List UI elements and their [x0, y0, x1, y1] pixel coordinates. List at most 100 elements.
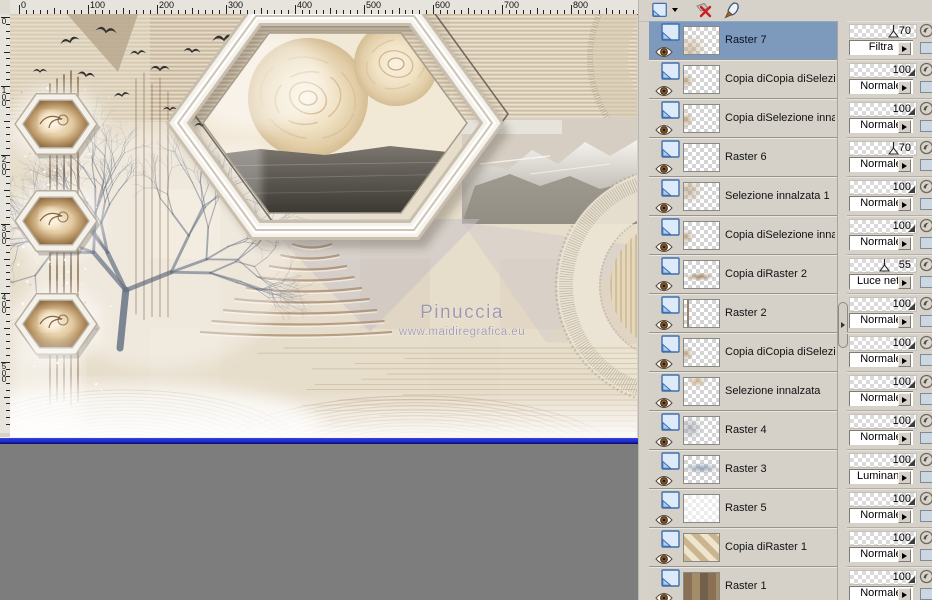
opacity-slider[interactable]: 55	[849, 258, 917, 273]
opacity-slider[interactable]: 100	[849, 63, 917, 78]
layer-thumbnail[interactable]	[683, 143, 720, 172]
brush-variance-icon[interactable]	[919, 257, 932, 277]
opacity-slider[interactable]: 70	[849, 24, 917, 39]
blend-mode-arrow-button[interactable]	[898, 159, 911, 172]
blend-mode-select[interactable]: Normale	[849, 118, 913, 133]
layer-link-icon[interactable]	[920, 42, 932, 54]
layer-row-raster-4[interactable]: Raster 4	[649, 411, 837, 450]
opacity-slider[interactable]: 100	[849, 336, 917, 351]
blend-mode-arrow-button[interactable]	[898, 393, 911, 406]
layer-thumbnail[interactable]	[683, 338, 720, 367]
layer-row-copia-diraster-2[interactable]: Copia diRaster 2	[649, 255, 837, 294]
canvas-artwork[interactable]: Pinuccia www.maidiregrafica.eu	[10, 14, 637, 437]
delete-layer-button[interactable]	[691, 1, 717, 19]
opacity-slider-thumb[interactable]	[908, 537, 915, 544]
layer-thumbnail[interactable]	[683, 455, 720, 484]
layer-row-selezione-innalzata-1[interactable]: Selezione innalzata 1	[649, 177, 837, 216]
layer-thumbnail[interactable]	[683, 377, 720, 406]
blend-mode-arrow-button[interactable]	[898, 510, 911, 523]
blend-mode-select[interactable]: Normale	[849, 313, 913, 328]
brush-variance-icon[interactable]	[919, 179, 932, 199]
layer-thumbnail[interactable]	[683, 494, 720, 523]
blend-mode-arrow-button[interactable]	[898, 315, 911, 328]
opacity-slider-thumb[interactable]	[908, 576, 915, 583]
opacity-slider-thumb[interactable]	[908, 225, 915, 232]
opacity-slider[interactable]: 100	[849, 297, 917, 312]
layer-row-selezione-innalzata[interactable]: Selezione innalzata	[649, 372, 837, 411]
layer-link-icon[interactable]	[920, 81, 932, 93]
opacity-slider[interactable]: 100	[849, 531, 917, 546]
blend-mode-arrow-button[interactable]	[898, 81, 911, 94]
layer-thumbnail[interactable]	[683, 221, 720, 250]
opacity-slider-thumb[interactable]	[908, 381, 915, 388]
blend-mode-arrow-button[interactable]	[898, 549, 911, 562]
brush-variance-icon[interactable]	[919, 101, 932, 121]
layer-row-copia-diraster-1[interactable]: Copia diRaster 1	[649, 528, 837, 567]
opacity-slider-thumb[interactable]	[908, 303, 915, 310]
layer-thumbnail[interactable]	[683, 533, 720, 562]
layer-row-raster-3[interactable]: Raster 3	[649, 450, 837, 489]
layer-thumbnail[interactable]	[683, 260, 720, 289]
blend-mode-arrow-button[interactable]	[898, 237, 911, 250]
layer-link-icon[interactable]	[920, 471, 932, 483]
brush-variance-icon[interactable]	[919, 140, 932, 160]
blend-mode-select[interactable]: Normale	[849, 391, 913, 406]
layer-thumbnail[interactable]	[683, 416, 720, 445]
blend-mode-select[interactable]: Luminanza (L)	[849, 469, 913, 484]
layer-link-icon[interactable]	[920, 120, 932, 132]
blend-mode-select[interactable]: Luce netta	[849, 274, 913, 289]
brush-variance-icon[interactable]	[919, 62, 932, 82]
layer-row-raster-7[interactable]: Raster 7	[649, 21, 837, 60]
layer-link-icon[interactable]	[920, 432, 932, 444]
layer-thumbnail[interactable]	[683, 104, 720, 133]
layer-link-icon[interactable]	[920, 510, 932, 522]
layer-link-icon[interactable]	[920, 588, 932, 600]
opacity-slider[interactable]: 100	[849, 570, 917, 585]
blend-mode-arrow-button[interactable]	[898, 432, 911, 445]
blend-mode-arrow-button[interactable]	[898, 276, 911, 289]
blend-mode-select[interactable]: Normale	[849, 352, 913, 367]
brush-variance-icon[interactable]	[919, 296, 932, 316]
brush-variance-icon[interactable]	[919, 452, 932, 472]
layer-visibility-eye-icon[interactable]	[655, 591, 673, 600]
layer-row-raster-2[interactable]: Raster 2	[649, 294, 837, 333]
blend-mode-arrow-button[interactable]	[898, 120, 911, 133]
brush-variance-icon[interactable]	[919, 23, 932, 43]
brush-variance-icon[interactable]	[919, 491, 932, 511]
brush-variance-icon[interactable]	[919, 569, 932, 589]
blend-mode-arrow-button[interactable]	[898, 354, 911, 367]
opacity-slider-thumb[interactable]	[908, 342, 915, 349]
blend-mode-select[interactable]: Normale	[849, 547, 913, 562]
layer-row-copia-diselezione-innalzata[interactable]: Copia diSelezione innalzata	[649, 99, 837, 138]
opacity-slider-thumb[interactable]	[908, 186, 915, 193]
layer-link-icon[interactable]	[920, 159, 932, 171]
layer-link-icon[interactable]	[920, 276, 932, 288]
blend-mode-select[interactable]: Normale	[849, 586, 913, 600]
opacity-slider[interactable]: 100	[849, 492, 917, 507]
layer-link-icon[interactable]	[920, 315, 932, 327]
opacity-slider-thumb[interactable]	[908, 108, 915, 115]
layer-thumbnail[interactable]	[683, 299, 720, 328]
layer-row-raster-6[interactable]: Raster 6	[649, 138, 837, 177]
layer-link-icon[interactable]	[920, 237, 932, 249]
opacity-slider-thumb[interactable]	[908, 459, 915, 466]
blend-mode-select[interactable]: Normale	[849, 508, 913, 523]
paint-tool-button[interactable]	[719, 1, 745, 19]
opacity-slider[interactable]: 100	[849, 219, 917, 234]
opacity-slider[interactable]: 70	[849, 141, 917, 156]
new-layer-button[interactable]	[647, 1, 681, 19]
opacity-slider-thumb[interactable]	[908, 69, 915, 76]
layer-thumbnail[interactable]	[683, 572, 720, 600]
brush-variance-icon[interactable]	[919, 335, 932, 355]
blend-mode-select[interactable]: Filtra	[849, 40, 913, 55]
blend-mode-arrow-button[interactable]	[898, 471, 911, 484]
opacity-slider-thumb[interactable]	[908, 420, 915, 427]
layer-thumbnail[interactable]	[683, 26, 720, 55]
brush-variance-icon[interactable]	[919, 218, 932, 238]
blend-mode-arrow-button[interactable]	[898, 42, 911, 55]
layer-row-copia-dicopia-diselezione-in[interactable]: Copia diCopia diSelezione in	[649, 333, 837, 372]
blend-mode-arrow-button[interactable]	[898, 198, 911, 211]
layer-row-raster-5[interactable]: Raster 5	[649, 489, 837, 528]
blend-mode-select[interactable]: Normale	[849, 157, 913, 172]
blend-mode-select[interactable]: Normale	[849, 79, 913, 94]
